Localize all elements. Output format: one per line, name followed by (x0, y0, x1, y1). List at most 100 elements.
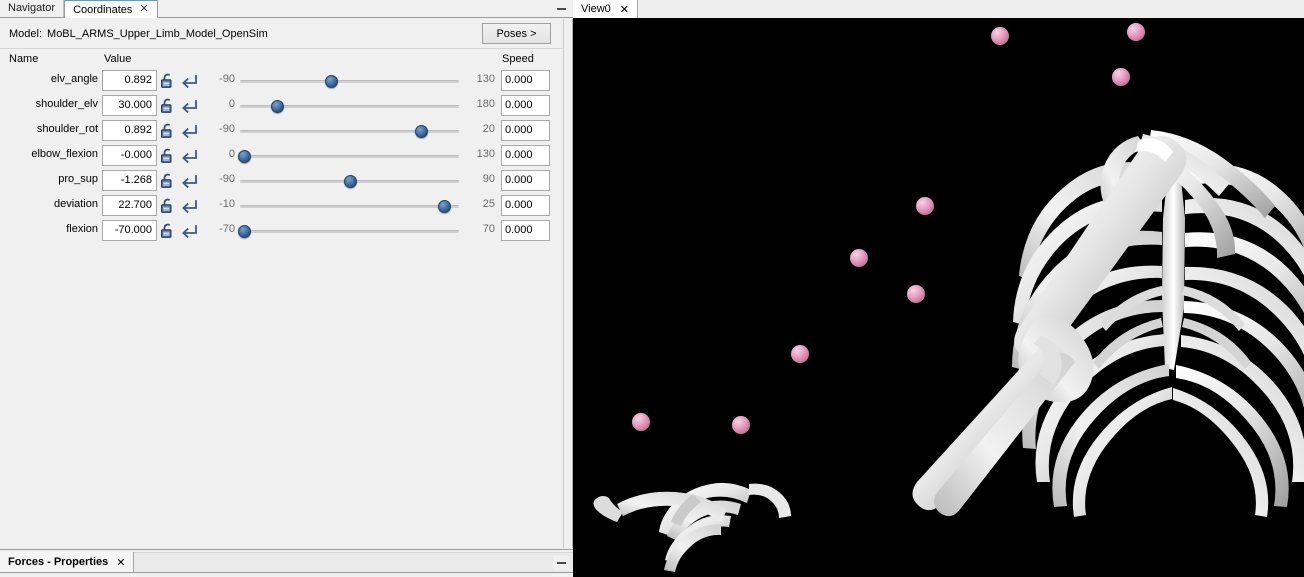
bottom-tabstrip-empty-area (134, 552, 573, 572)
slider-thumb[interactable] (343, 175, 357, 188)
left-dock-tabstrip: Navigator Coordinates ✕ (0, 0, 573, 18)
coordinate-speed-input[interactable]: 0.000 (501, 195, 550, 216)
reset-arrow-icon[interactable] (180, 198, 198, 214)
coordinate-slider[interactable] (240, 70, 459, 92)
close-icon[interactable]: ✕ (620, 3, 629, 16)
coordinate-slider[interactable] (240, 170, 459, 192)
tab-view0[interactable]: View0 ✕ (573, 0, 638, 18)
coordinate-speed-input[interactable]: 0.000 (501, 170, 550, 191)
reset-arrow-icon[interactable] (180, 148, 198, 164)
reset-arrow-icon[interactable] (180, 223, 198, 239)
coordinate-range-max: 20 (482, 123, 495, 135)
slider-track (240, 155, 459, 158)
coordinate-speed-input[interactable]: 0.000 (501, 220, 550, 241)
slider-thumb[interactable] (437, 200, 451, 213)
column-header-value: Value (104, 53, 132, 65)
reset-arrow-icon[interactable] (180, 73, 198, 89)
right-dock: View0 ✕ (573, 0, 1304, 577)
reset-arrow-icon[interactable] (180, 98, 198, 114)
coordinate-rows-container: elv_angle 0.892 -90 130 0.000 shoulder_elv 30.… (0, 69, 573, 244)
marker-sphere (791, 345, 809, 363)
column-header-speed: Speed (502, 53, 534, 65)
left-dock: Navigator Coordinates ✕ Model: MoBL_ARMS… (0, 0, 573, 577)
coordinate-row: flexion -70.000 -70 70 0.000 (0, 219, 573, 244)
marker-sphere (991, 27, 1009, 45)
close-icon[interactable]: ✕ (139, 4, 148, 15)
tab-coordinates[interactable]: Coordinates ✕ (64, 0, 158, 18)
coordinate-range-min: -70 (219, 223, 235, 235)
coordinate-range-min: -90 (219, 73, 235, 85)
coordinate-row: deviation 22.700 -10 25 0.000 (0, 194, 573, 219)
tab-navigator[interactable]: Navigator (0, 0, 65, 17)
tab-forces-properties-label: Forces - Properties (8, 556, 109, 568)
coordinate-row: elbow_flexion -0.000 0 130 0.000 (0, 144, 573, 169)
coordinate-slider[interactable] (238, 220, 459, 242)
tab-forces-properties[interactable]: Forces - Properties ✕ (0, 552, 135, 572)
slider-thumb[interactable] (238, 225, 252, 238)
unlock-icon[interactable] (160, 198, 177, 214)
coordinate-slider[interactable] (240, 120, 459, 142)
tab-coordinates-label: Coordinates (73, 3, 133, 16)
coordinate-row: shoulder_rot 0.892 -90 20 0.000 (0, 119, 573, 144)
reset-arrow-icon[interactable] (180, 173, 198, 189)
slider-thumb[interactable] (238, 150, 252, 163)
coordinate-row: elv_angle 0.892 -90 130 0.000 (0, 69, 573, 94)
coordinate-speed-input[interactable]: 0.000 (501, 145, 550, 166)
close-icon[interactable]: ✕ (116, 556, 125, 569)
reset-arrow-icon[interactable] (180, 123, 198, 139)
coordinate-range-min: 0 (228, 148, 235, 160)
marker-sphere (1112, 68, 1130, 86)
coordinate-value-input[interactable]: 22.700 (102, 195, 157, 216)
unlock-icon[interactable] (160, 223, 177, 239)
slider-thumb[interactable] (414, 125, 428, 138)
model-row: Model: MoBL_ARMS_Upper_Limb_Model_OpenSi… (0, 19, 572, 49)
coordinate-name-label: pro_sup (58, 173, 98, 185)
marker-sphere (907, 285, 925, 303)
coordinate-speed-input[interactable]: 0.000 (501, 120, 550, 141)
coordinate-value-input[interactable]: -1.268 (102, 170, 157, 191)
coordinate-value-input[interactable]: 0.892 (102, 120, 157, 141)
unlock-icon[interactable] (160, 98, 177, 114)
coordinate-range-min: -90 (219, 123, 235, 135)
coordinate-name-label: shoulder_rot (36, 123, 98, 135)
coordinate-value-input[interactable]: -0.000 (102, 145, 157, 166)
coordinates-table: Name Value Speed elv_angle 0.892 -90 130 0.0… (0, 53, 573, 244)
slider-thumb[interactable] (270, 100, 284, 113)
marker-sphere (632, 413, 650, 431)
unlock-icon[interactable] (160, 148, 177, 164)
tab-navigator-label: Navigator (8, 2, 56, 14)
coordinate-slider[interactable] (238, 145, 459, 167)
coordinate-speed-input[interactable]: 0.000 (501, 95, 550, 116)
opensim-application-window: Navigator Coordinates ✕ Model: MoBL_ARMS… (0, 0, 1304, 577)
minimize-icon[interactable] (553, 556, 569, 570)
minimize-icon[interactable] (553, 2, 569, 16)
unlock-icon[interactable] (160, 73, 177, 89)
coordinate-value-input[interactable]: -70.000 (102, 220, 157, 241)
3d-viewport[interactable] (573, 18, 1304, 577)
coordinate-range-min: -90 (219, 173, 235, 185)
coordinate-value-input[interactable]: 0.892 (102, 70, 157, 91)
coordinates-table-header: Name Value Speed (0, 53, 573, 69)
coordinate-value-input[interactable]: 30.000 (102, 95, 157, 116)
column-header-name: Name (9, 53, 39, 65)
tabstrip-empty-area (157, 0, 573, 17)
bottom-dock-tabstrip: Forces - Properties ✕ (0, 552, 573, 573)
coordinate-name-label: elv_angle (50, 73, 98, 85)
tab-view0-label: View0 (581, 3, 611, 15)
marker-sphere (850, 249, 868, 267)
coordinate-row: shoulder_elv 30.000 0 180 0.000 (0, 94, 573, 119)
coordinate-slider[interactable] (240, 195, 459, 217)
poses-button[interactable]: Poses > (482, 23, 551, 44)
view-tabstrip-empty-area (637, 0, 1304, 18)
coordinate-slider[interactable] (240, 95, 459, 117)
unlock-icon[interactable] (160, 173, 177, 189)
coordinate-name-label: shoulder_elv (35, 98, 98, 110)
slider-thumb[interactable] (324, 75, 338, 88)
minimize-bar (556, 8, 566, 10)
unlock-icon[interactable] (160, 123, 177, 139)
coordinate-range-max: 130 (476, 73, 495, 85)
coordinate-name-label: elbow_flexion (31, 148, 98, 160)
coordinate-range-max: 70 (482, 223, 495, 235)
coordinate-speed-input[interactable]: 0.000 (501, 70, 550, 91)
coordinate-range-max: 130 (476, 148, 495, 160)
